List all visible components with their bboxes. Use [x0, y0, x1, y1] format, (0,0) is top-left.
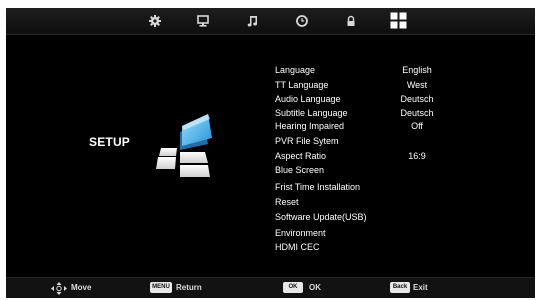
- setup-title: SETUP: [89, 135, 131, 149]
- menu-value-aspect-ratio: 16:9: [408, 151, 426, 161]
- menu-item-first-time-installation[interactable]: Frist Time Installation: [275, 182, 360, 192]
- lock-icon[interactable]: [344, 14, 358, 28]
- menu-item-reset[interactable]: Reset: [275, 197, 299, 207]
- menu-item-hdmi-cec[interactable]: HDMI CEC: [275, 242, 320, 252]
- menu-key: MENU: [150, 282, 172, 293]
- clock-icon[interactable]: [295, 14, 309, 28]
- menu-value-audio-language: Deutsch: [400, 94, 434, 104]
- music-note-icon[interactable]: [246, 14, 260, 28]
- menu-item-language[interactable]: Language: [275, 65, 315, 75]
- menu-value-language: English: [402, 65, 432, 75]
- menu-item-aspect-ratio[interactable]: Aspect Ratio: [275, 151, 326, 161]
- return-label: Return: [176, 283, 202, 292]
- bottom-help-bar: Move MENU Return OK OK Back Exit: [6, 277, 535, 298]
- setup-tiles-icon: [156, 110, 232, 187]
- menu-item-subtitle-language[interactable]: Subtitle Language: [275, 108, 348, 118]
- menu-value-hearing-impaired: Off: [411, 121, 423, 131]
- menu-item-audio-language[interactable]: Audio Language: [275, 94, 341, 104]
- menu-value-subtitle-language: Deutsch: [400, 108, 434, 118]
- monitor-icon[interactable]: [196, 14, 210, 28]
- back-key: Back: [390, 282, 410, 293]
- top-menu-bar: [6, 8, 535, 35]
- gear-icon[interactable]: [148, 14, 162, 28]
- grid-icon[interactable]: [390, 12, 407, 29]
- menu-item-software-update[interactable]: Software Update(USB): [275, 212, 367, 222]
- exit-label: Exit: [413, 283, 428, 292]
- tv-screen: SETUP Language English TT Language West …: [6, 8, 535, 298]
- ok-key: OK: [283, 282, 303, 293]
- menu-item-blue-screen[interactable]: Blue Screen: [275, 165, 324, 175]
- menu-item-pvr-file-system[interactable]: PVR File Sytem: [275, 136, 339, 146]
- move-label: Move: [71, 283, 92, 292]
- menu-item-tt-language[interactable]: TT Language: [275, 80, 328, 90]
- menu-item-hearing-impaired[interactable]: Hearing Impaired: [275, 121, 344, 131]
- menu-item-environment[interactable]: Environment: [275, 228, 326, 238]
- menu-value-tt-language: West: [406, 80, 428, 90]
- navigate-arrows-icon: [51, 282, 67, 297]
- ok-label: OK: [309, 283, 321, 292]
